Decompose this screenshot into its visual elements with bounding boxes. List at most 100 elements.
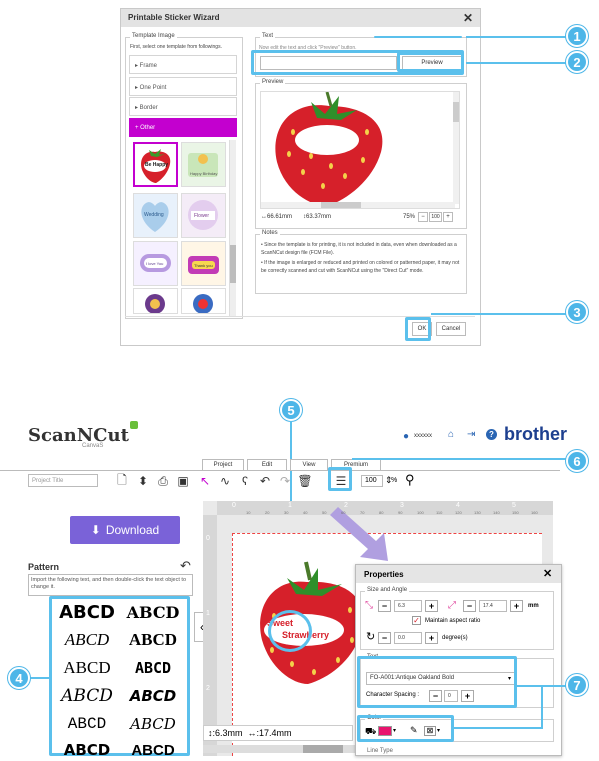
properties-title: Properties (356, 565, 561, 583)
close-icon[interactable]: ✕ (543, 567, 552, 580)
height-readout: ↕63.37mm (303, 214, 332, 220)
notes-list: • Since the template is for printing, it… (261, 242, 460, 274)
template-thumb-wedding[interactable]: Wedding (133, 193, 178, 238)
home-icon[interactable]: ⌂ (448, 429, 454, 440)
pattern-item[interactable]: ABCD (121, 739, 185, 761)
user-icon[interactable]: ● (403, 431, 409, 442)
preview-hscroll[interactable] (261, 202, 455, 208)
width-minus-button[interactable]: − (463, 600, 476, 612)
tab-edit[interactable]: Edit (247, 459, 287, 470)
callout-leader (466, 62, 569, 64)
callout-leader (431, 313, 569, 315)
aspect-label: Maintain aspect ratio (425, 618, 481, 624)
new-project-icon[interactable]: 🗋 (115, 473, 129, 488)
pattern-item[interactable]: ABCD (55, 657, 119, 679)
zoom-field[interactable]: 100 (429, 212, 442, 222)
callout-leader (30, 677, 49, 679)
ruler-label: 1 (288, 502, 292, 509)
ruler-minor-label: 80 (379, 510, 384, 515)
size-readout: ↕:6.3mm ↔:17.4mm (203, 725, 353, 741)
ruler-label: 0 (232, 502, 236, 509)
category-other[interactable]: + Other (129, 118, 237, 137)
callout-1-leader (374, 36, 462, 38)
zoom-input[interactable]: 100 (361, 475, 383, 487)
pattern-item[interactable]: ABCD (55, 685, 119, 707)
ruler-label: 6 (568, 502, 572, 509)
tab-view[interactable]: View (290, 459, 328, 470)
zoom-out-icon[interactable]: − (418, 212, 428, 222)
template-thumb-strawberry[interactable]: Be Happy (133, 142, 178, 187)
category-one-point[interactable]: ▸ One Point (129, 77, 237, 96)
app-logo: ScanNCut (28, 425, 129, 446)
pattern-item[interactable]: ABCD (121, 685, 185, 707)
template-thumb-love[interactable]: I love You (133, 241, 178, 286)
pattern-item[interactable]: ABCD (121, 601, 185, 623)
pattern-item[interactable]: ABCD (121, 629, 185, 651)
callout-badge: 1 (566, 25, 588, 47)
thumb-label: Be Happy (145, 162, 169, 168)
image-trace-icon[interactable]: ▣ (176, 474, 190, 488)
undo-icon[interactable]: ↶ (258, 474, 272, 488)
user-name[interactable]: xxxxxx (414, 433, 432, 439)
project-title-input[interactable]: Project Title (28, 474, 98, 487)
callout-leader (541, 685, 543, 729)
ruler-minor-label: 20 (265, 510, 270, 515)
angle-unit: degree(s) (442, 635, 468, 641)
select-tool-icon[interactable]: ↖ (198, 474, 212, 488)
import-icon[interactable]: ⬍ (136, 474, 150, 488)
callout-leader (454, 727, 542, 729)
ruler-label: 3 (400, 502, 404, 509)
close-icon[interactable]: ✕ (463, 11, 473, 25)
pattern-item[interactable]: ABCD (55, 629, 119, 651)
width-plus-button[interactable]: + (510, 600, 523, 612)
template-scrollbar[interactable] (229, 140, 236, 316)
angle-plus-button[interactable]: + (425, 632, 438, 644)
tab-project[interactable]: Project (202, 459, 244, 470)
angle-input[interactable]: 0.0 (394, 632, 422, 644)
pattern-heading: Pattern (28, 562, 60, 572)
aspect-checkbox[interactable]: ✓ (412, 616, 421, 625)
ruler-minor-label: 30 (284, 510, 289, 515)
callout-badge: 4 (8, 667, 30, 689)
category-border[interactable]: ▸ Border (129, 97, 237, 116)
template-thumb-birthday[interactable]: Happy Birthday (181, 142, 226, 187)
template-thumb-partial[interactable] (181, 288, 226, 314)
template-thumb-flower[interactable]: Flower (181, 193, 226, 238)
height-plus-button[interactable]: + (425, 600, 438, 612)
ruler-minor-label: 60 (341, 510, 346, 515)
cancel-button[interactable]: Cancel (436, 322, 466, 336)
height-input[interactable]: 6.3 (394, 600, 422, 612)
back-icon[interactable]: ↶ (180, 558, 191, 574)
category-frame[interactable]: ▸ Frame (129, 55, 237, 74)
pattern-item[interactable]: ABCD (121, 657, 185, 679)
angle-minus-button[interactable]: − (378, 632, 391, 644)
readout-width: ↔:17.4mm (247, 728, 292, 738)
pattern-item[interactable]: ABCD (55, 601, 119, 623)
help-icon[interactable]: ? (486, 429, 497, 440)
text-object-highlight (268, 610, 312, 652)
pattern-item[interactable]: ABCD (55, 713, 119, 735)
template-thumb-partial[interactable] (133, 288, 178, 314)
node-edit-icon[interactable]: ∿ (218, 474, 232, 488)
preview-vscroll[interactable] (453, 92, 459, 204)
note-item: Since the template is for printing, it i… (261, 242, 457, 256)
ruler-label: 2 (206, 685, 210, 692)
ruler-minor-label: 100 (417, 510, 424, 515)
logout-icon[interactable]: ⇥ (467, 429, 475, 440)
height-minus-button[interactable]: − (378, 600, 391, 612)
pattern-item[interactable]: ABCD (121, 713, 185, 735)
note-item: If the image is enlarged or reduced and … (261, 260, 460, 274)
width-input[interactable]: 17.4 (479, 600, 507, 612)
trash-icon[interactable]: 🗑 (297, 474, 312, 488)
zoom-in-icon[interactable]: + (443, 212, 453, 222)
template-thumb-thanks[interactable]: Thank you (181, 241, 226, 286)
pattern-item[interactable]: ABCD (55, 739, 119, 761)
redo-icon[interactable]: ↷ (278, 474, 292, 488)
pattern-hint: Import the following text, and then doub… (28, 574, 193, 596)
download-button[interactable]: ⬇ Download (70, 516, 180, 544)
draw-tool-icon[interactable]: ʕ (238, 474, 252, 488)
ruler-vertical (203, 515, 217, 756)
search-icon[interactable]: ⚲ (405, 472, 415, 488)
thumb-label: Thank you (194, 263, 213, 268)
export-icon[interactable]: ⎙ (156, 474, 170, 488)
